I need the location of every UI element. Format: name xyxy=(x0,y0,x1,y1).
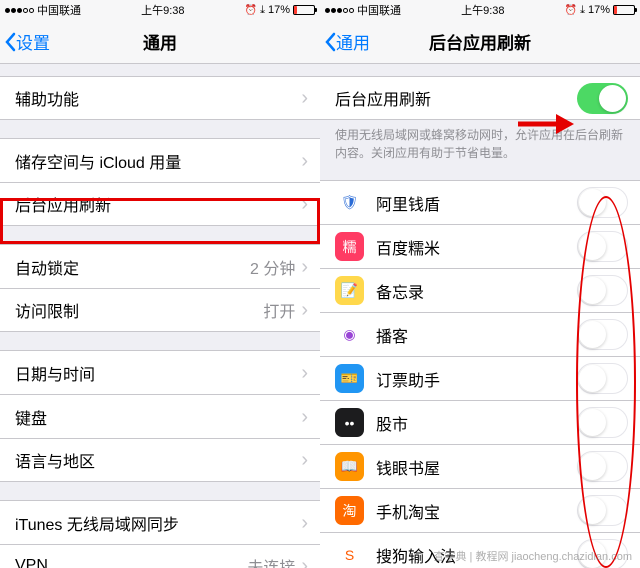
signal-dots-icon xyxy=(5,8,34,13)
settings-cell[interactable]: 自动锁定2 分钟 › xyxy=(0,244,320,288)
settings-list[interactable]: 辅助功能›储存空间与 iCloud 用量›后台应用刷新›自动锁定2 分钟›访问限… xyxy=(0,64,320,568)
app-icon: •• xyxy=(335,408,364,437)
chevron-right-icon: › xyxy=(301,151,308,171)
cell-label: 储存空间与 iCloud 用量 xyxy=(15,149,301,173)
app-toggle[interactable] xyxy=(577,231,628,262)
chevron-right-icon: › xyxy=(301,363,308,383)
cell-value: 2 分钟 xyxy=(250,255,295,279)
cell-label: 访问限制 xyxy=(15,298,263,322)
chevron-right-icon: › xyxy=(301,450,308,470)
alarm-icon: ⏰ xyxy=(565,5,577,16)
battery-percent: 17% xyxy=(588,4,610,16)
cell-label: 自动锁定 xyxy=(15,255,250,279)
app-icon: 🛡 xyxy=(335,188,364,217)
cell-value: 未连接 xyxy=(247,554,295,568)
watermark: 查字典 | 教程网 jiaocheng.chazidian.com xyxy=(434,548,633,564)
app-cell: 糯百度糯米 xyxy=(320,224,640,268)
master-toggle-label: 后台应用刷新 xyxy=(335,86,577,110)
app-cell: ◉ 播客 xyxy=(320,312,640,356)
chevron-right-icon: › xyxy=(301,513,308,533)
back-button[interactable]: 设置 xyxy=(0,29,50,54)
carrier-label: 中国联通 xyxy=(357,2,401,18)
chevron-right-icon: › xyxy=(301,194,308,214)
cell-value: 打开 xyxy=(263,298,295,322)
app-label: 阿里钱盾 xyxy=(376,191,577,215)
cell-label: 语言与地区 xyxy=(15,448,301,472)
chevron-right-icon: › xyxy=(301,300,308,320)
app-icon: ◉ xyxy=(335,320,364,349)
lock-icon: ⤓ xyxy=(260,4,265,17)
signal-dots-icon xyxy=(325,8,354,13)
settings-cell[interactable]: 语言与地区› xyxy=(0,438,320,482)
app-label: 百度糯米 xyxy=(376,235,577,259)
settings-cell[interactable]: 键盘› xyxy=(0,394,320,438)
back-label: 通用 xyxy=(336,29,370,54)
cell-label: 日期与时间 xyxy=(15,361,301,385)
footer-description: 使用无线局域网或蜂窝移动网时，允许应用在后台刷新内容。关闭应用有助于节省电量。 xyxy=(320,120,640,162)
app-icon: 淘 xyxy=(335,496,364,525)
settings-cell[interactable]: iTunes 无线局域网同步› xyxy=(0,500,320,544)
app-toggle[interactable] xyxy=(577,275,628,306)
back-button[interactable]: 通用 xyxy=(320,29,370,54)
app-icon: 糯 xyxy=(335,232,364,261)
app-label: 手机淘宝 xyxy=(376,499,577,523)
battery-icon xyxy=(613,5,635,15)
app-label: 订票助手 xyxy=(376,367,577,391)
nav-bar: 设置 通用 xyxy=(0,20,320,64)
battery-percent: 17% xyxy=(268,4,290,16)
app-cell: 🛡 阿里钱盾 xyxy=(320,180,640,224)
app-label: 股市 xyxy=(376,411,577,435)
cell-label: 辅助功能 xyxy=(15,86,301,110)
cell-label: 后台应用刷新 xyxy=(15,192,301,216)
app-label: 钱眼书屋 xyxy=(376,455,577,479)
nav-bar: 通用 后台应用刷新 xyxy=(320,20,640,64)
screen-background-refresh: 中国联通 上午9:38 ⏰ ⤓ 17% 通用 后台应用刷新 后台应用刷新 xyxy=(320,0,640,568)
app-cell: 🎫 订票助手 xyxy=(320,356,640,400)
app-icon: 📝 xyxy=(335,276,364,305)
alarm-icon: ⏰ xyxy=(245,5,257,16)
chevron-left-icon xyxy=(4,32,16,52)
app-list[interactable]: 后台应用刷新 使用无线局域网或蜂窝移动网时，允许应用在后台刷新内容。关闭应用有助… xyxy=(320,64,640,568)
app-cell: 📝 备忘录 xyxy=(320,268,640,312)
app-cell: 淘手机淘宝 xyxy=(320,488,640,532)
app-label: 备忘录 xyxy=(376,279,577,303)
status-bar: 中国联通 上午9:38 ⏰ ⤓ 17% xyxy=(320,0,640,20)
master-toggle-cell: 后台应用刷新 xyxy=(320,76,640,120)
chevron-right-icon: › xyxy=(301,556,308,568)
app-cell: •• 股市 xyxy=(320,400,640,444)
app-label: 播客 xyxy=(376,323,577,347)
settings-cell[interactable]: 后台应用刷新› xyxy=(0,182,320,226)
app-toggle[interactable] xyxy=(577,187,628,218)
settings-cell[interactable]: VPN未连接 › xyxy=(0,544,320,568)
chevron-right-icon: › xyxy=(301,257,308,277)
battery-icon xyxy=(293,5,315,15)
chevron-left-icon xyxy=(324,32,336,52)
app-cell: 📖 钱眼书屋 xyxy=(320,444,640,488)
app-toggle[interactable] xyxy=(577,495,628,526)
settings-cell[interactable]: 储存空间与 iCloud 用量› xyxy=(0,138,320,182)
settings-cell[interactable]: 访问限制打开 › xyxy=(0,288,320,332)
cell-label: VPN xyxy=(15,557,247,568)
screen-general: 中国联通 上午9:38 ⏰ ⤓ 17% 设置 通用 辅助功能›储存空间与 iCl… xyxy=(0,0,320,568)
app-toggle[interactable] xyxy=(577,363,628,394)
lock-icon: ⤓ xyxy=(580,4,585,17)
settings-cell[interactable]: 日期与时间› xyxy=(0,350,320,394)
status-time: 上午9:38 xyxy=(461,2,504,18)
carrier-label: 中国联通 xyxy=(37,2,81,18)
app-toggle[interactable] xyxy=(577,451,628,482)
cell-label: 键盘 xyxy=(15,405,301,429)
app-icon: 🎫 xyxy=(335,364,364,393)
status-bar: 中国联通 上午9:38 ⏰ ⤓ 17% xyxy=(0,0,320,20)
master-toggle[interactable] xyxy=(577,83,628,114)
app-toggle[interactable] xyxy=(577,407,628,438)
app-icon: S xyxy=(335,540,364,568)
app-toggle[interactable] xyxy=(577,319,628,350)
cell-label: iTunes 无线局域网同步 xyxy=(15,511,301,535)
chevron-right-icon: › xyxy=(301,407,308,427)
app-icon: 📖 xyxy=(335,452,364,481)
status-time: 上午9:38 xyxy=(141,2,184,18)
back-label: 设置 xyxy=(16,29,50,54)
settings-cell[interactable]: 辅助功能› xyxy=(0,76,320,120)
chevron-right-icon: › xyxy=(301,88,308,108)
